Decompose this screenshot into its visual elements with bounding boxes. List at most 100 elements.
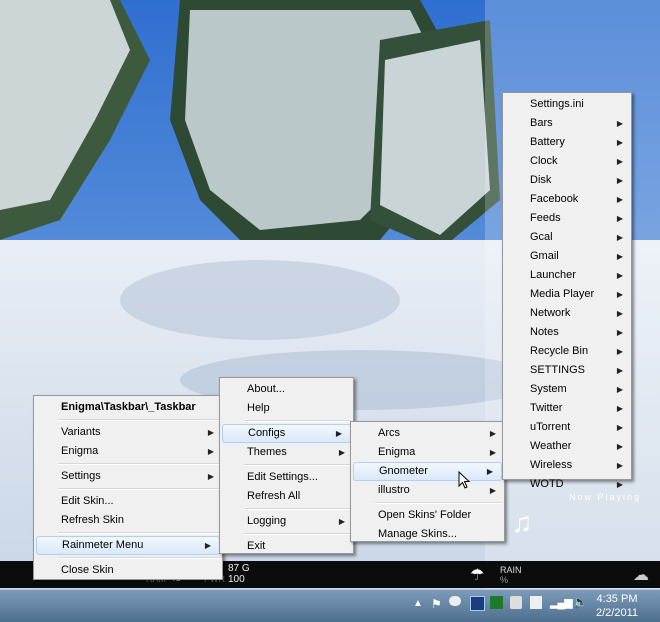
clock-date[interactable]: 2/2/2011 xyxy=(592,607,642,619)
app-tray-icon-3[interactable] xyxy=(510,596,522,609)
submenu-arrow-icon: ▶ xyxy=(486,467,493,476)
menu-item-bars[interactable]: Bars ▶ xyxy=(503,114,631,133)
submenu-arrow-icon: ▶ xyxy=(616,347,623,356)
weather-cloud-icon: ☁ xyxy=(633,567,649,584)
app-tray-icon-4[interactable] xyxy=(530,596,542,609)
submenu-arrow-icon: ▶ xyxy=(616,195,623,204)
app-tray-icon-1[interactable] xyxy=(470,596,485,611)
menu-item-label: Settings xyxy=(61,470,101,482)
menu-separator xyxy=(244,464,351,466)
menu-item-gcal[interactable]: Gcal ▶ xyxy=(503,228,631,247)
menu-item-illustro[interactable]: illustro ▶ xyxy=(351,481,504,500)
submenu-arrow-icon: ▶ xyxy=(616,252,623,261)
rain-label: RAIN xyxy=(500,565,522,575)
menu-item-edit-settings[interactable]: Edit Settings... xyxy=(220,468,353,487)
menu-item-enigma-config[interactable]: Enigma ▶ xyxy=(351,443,504,462)
menu-item-edit-skin[interactable]: Edit Skin... xyxy=(34,492,222,511)
menu-item-launcher[interactable]: Launcher ▶ xyxy=(503,266,631,285)
menu-item-label: SETTINGS xyxy=(530,364,586,376)
menu-item-label: Clock xyxy=(530,155,558,167)
menu-item-help[interactable]: Help xyxy=(220,399,353,418)
chat-icon[interactable] xyxy=(449,596,461,606)
menu-item-network[interactable]: Network ▶ xyxy=(503,304,631,323)
menu-item-variants[interactable]: Variants ▶ xyxy=(34,423,222,442)
submenu-arrow-icon: ▶ xyxy=(207,428,214,437)
menu-item-utorrent[interactable]: uTorrent ▶ xyxy=(503,418,631,437)
menu-item-label: Feeds xyxy=(530,212,561,224)
submenu-arrow-icon: ▶ xyxy=(616,138,623,147)
menu-item-label: Wireless xyxy=(530,459,573,471)
music-note-icon[interactable]: ♫ xyxy=(507,508,537,538)
menu-item-label: Disk xyxy=(530,174,552,186)
menu-item-disk[interactable]: Disk ▶ xyxy=(503,171,631,190)
menu-item-gnometer[interactable]: Gnometer ▶ xyxy=(353,462,502,481)
submenu-arrow-icon: ▶ xyxy=(616,480,623,489)
menu-item-gmail[interactable]: Gmail ▶ xyxy=(503,247,631,266)
clock-time[interactable]: 4:35 PM xyxy=(592,593,642,605)
menu-item-feeds[interactable]: Feeds ▶ xyxy=(503,209,631,228)
mouse-pointer-icon xyxy=(458,471,471,489)
menu-item-label: WOTD xyxy=(530,478,564,490)
menu-separator xyxy=(58,463,220,465)
submenu-arrow-icon: ▶ xyxy=(335,429,342,438)
network-signal-icon[interactable]: ▂▄▆ xyxy=(550,596,573,609)
flag-icon[interactable]: ⚑ xyxy=(431,597,442,611)
menu-item-label: uTorrent xyxy=(530,421,571,433)
submenu-arrow-icon: ▶ xyxy=(489,486,496,495)
skin-context-menu: Enigma\Taskbar\_Taskbar Variants ▶ Enigma… xyxy=(33,395,223,580)
submenu-arrow-icon: ▶ xyxy=(207,447,214,456)
menu-item-wotd[interactable]: WOTD ▶ xyxy=(503,475,631,494)
submenu-arrow-icon: ▶ xyxy=(616,442,623,451)
menu-item-arcs[interactable]: Arcs ▶ xyxy=(351,424,504,443)
app-tray-icon-2[interactable] xyxy=(490,596,503,609)
disk-value: 87 G xyxy=(228,563,250,574)
menu-item-label: Launcher xyxy=(530,269,576,281)
submenu-arrow-icon: ▶ xyxy=(616,385,623,394)
menu-item-media-player[interactable]: Media Player ▶ xyxy=(503,285,631,304)
volume-icon[interactable]: 🔈 xyxy=(573,595,588,609)
menu-item-battery[interactable]: Battery ▶ xyxy=(503,133,631,152)
menu-item-label: Notes xyxy=(530,326,559,338)
menu-item-settings-ini[interactable]: Settings.ini xyxy=(503,95,631,114)
menu-item-settings-folder[interactable]: SETTINGS ▶ xyxy=(503,361,631,380)
menu-item-enigma[interactable]: Enigma ▶ xyxy=(34,442,222,461)
menu-item-facebook[interactable]: Facebook ▶ xyxy=(503,190,631,209)
menu-item-label: illustro xyxy=(378,484,410,496)
menu-item-twitter[interactable]: Twitter ▶ xyxy=(503,399,631,418)
menu-item-clock[interactable]: Clock ▶ xyxy=(503,152,631,171)
menu-item-label: Weather xyxy=(530,440,572,452)
submenu-arrow-icon: ▶ xyxy=(616,423,623,432)
menu-item-exit[interactable]: Exit xyxy=(220,537,353,556)
menu-item-recycle-bin[interactable]: Recycle Bin ▶ xyxy=(503,342,631,361)
submenu-arrow-icon: ▶ xyxy=(616,271,623,280)
menu-item-close-skin[interactable]: Close Skin xyxy=(34,561,222,580)
menu-item-label: Media Player xyxy=(530,288,595,300)
menu-item-rainmeter-menu[interactable]: Rainmeter Menu ▶ xyxy=(36,536,220,555)
menu-item-configs[interactable]: Configs ▶ xyxy=(222,424,351,443)
submenu-arrow-icon: ▶ xyxy=(616,119,623,128)
submenu-arrow-icon: ▶ xyxy=(204,541,211,550)
menu-item-settings[interactable]: Settings ▶ xyxy=(34,467,222,486)
menu-item-system[interactable]: System ▶ xyxy=(503,380,631,399)
menu-separator xyxy=(58,419,220,421)
umbrella-icon: ☂ xyxy=(470,567,485,584)
menu-item-refresh-all[interactable]: Refresh All xyxy=(220,487,353,506)
menu-item-refresh-skin[interactable]: Refresh Skin xyxy=(34,511,222,530)
menu-item-weather[interactable]: Weather ▶ xyxy=(503,437,631,456)
menu-item-logging[interactable]: Logging ▶ xyxy=(220,512,353,531)
menu-separator xyxy=(375,502,502,504)
menu-item-label: Facebook xyxy=(530,193,579,205)
rainmeter-menu: About... Help Configs ▶ Themes ▶ Edit Sett… xyxy=(219,377,354,554)
menu-item-open-skins-folder[interactable]: Open Skins' Folder xyxy=(351,506,504,525)
menu-item-manage-skins[interactable]: Manage Skins... xyxy=(351,525,504,544)
menu-item-themes[interactable]: Themes ▶ xyxy=(220,443,353,462)
menu-title-skin-path[interactable]: Enigma\Taskbar\_Taskbar xyxy=(34,398,222,417)
gnometer-menu: Settings.ini Bars ▶ Battery ▶ Clock ▶ Disk ▶… xyxy=(502,92,632,490)
submenu-arrow-icon: ▶ xyxy=(616,176,623,185)
menu-item-about[interactable]: About... xyxy=(220,380,353,399)
menu-item-wireless[interactable]: Wireless ▶ xyxy=(503,456,631,475)
tray-expand-icon[interactable]: ▲ xyxy=(413,598,423,609)
menu-item-label: Gmail xyxy=(530,250,559,262)
menu-item-notes[interactable]: Notes ▶ xyxy=(503,323,631,342)
configs-menu: Arcs ▶ Enigma ▶ Gnometer ▶ illustro ▶ Open S… xyxy=(350,421,505,542)
